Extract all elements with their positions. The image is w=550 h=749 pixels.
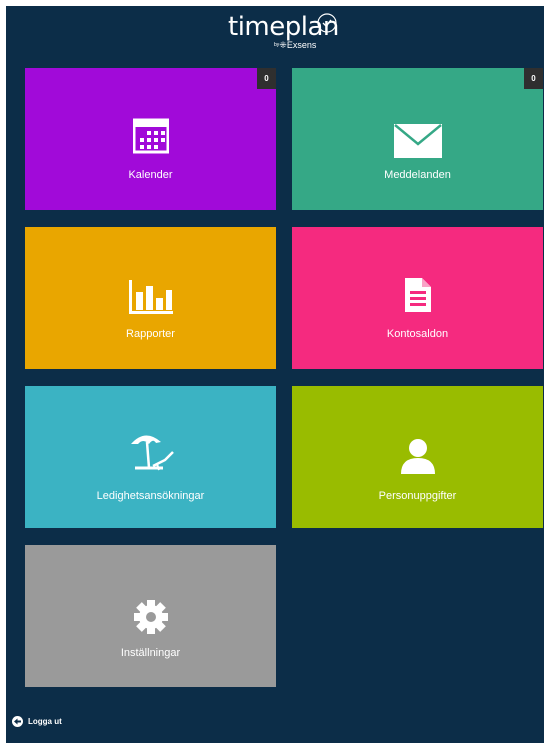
tile-label-meddelanden: Meddelanden bbox=[384, 169, 451, 181]
header: timeplan by⁜Exsens bbox=[6, 6, 544, 54]
app-window: timeplan by⁜Exsens Kalender 0 Meddelande… bbox=[6, 6, 544, 743]
document-icon bbox=[404, 278, 431, 312]
gear-icon bbox=[133, 600, 168, 634]
tile-rapporter[interactable]: Rapporter bbox=[25, 227, 276, 369]
logo-subtitle: by⁜Exsens bbox=[274, 40, 317, 50]
beach-umbrella-icon bbox=[130, 435, 174, 471]
arrow-left-icon bbox=[12, 715, 23, 727]
envelope-icon bbox=[393, 124, 442, 158]
tile-installningar[interactable]: Inställningar bbox=[25, 545, 276, 687]
tile-label-kontosaldon: Kontosaldon bbox=[386, 328, 449, 340]
logo-sub-icon: ⁜ bbox=[279, 40, 287, 50]
tile-ledighetsansokningar[interactable]: Ledighetsansökningar bbox=[25, 386, 276, 528]
bar-chart-icon bbox=[128, 280, 173, 314]
tile-meddelanden[interactable]: Meddelanden 0 bbox=[292, 68, 543, 210]
person-icon bbox=[400, 439, 435, 474]
logout-label: Logga ut bbox=[28, 716, 62, 726]
tile-kalender[interactable]: Kalender 0 bbox=[25, 68, 276, 210]
tile-label-rapporter: Rapporter bbox=[126, 328, 175, 340]
tile-personuppgifter[interactable]: Personuppgifter bbox=[292, 386, 543, 528]
logo-check-icon bbox=[317, 13, 337, 33]
timeplan-logo: timeplan by⁜Exsens bbox=[228, 12, 346, 52]
calendar-icon bbox=[132, 118, 169, 154]
logout-button[interactable]: Logga ut bbox=[12, 712, 62, 730]
kalender-count-badge: 0 bbox=[257, 68, 276, 89]
meddelanden-count-badge: 0 bbox=[524, 68, 543, 89]
tile-label-installningar: Inställningar bbox=[120, 647, 181, 659]
tile-label-kalender: Kalender bbox=[128, 169, 173, 181]
tile-label-ledighetsansokningar: Ledighetsansökningar bbox=[96, 490, 205, 502]
tile-kontosaldon[interactable]: Kontosaldon bbox=[292, 227, 543, 369]
tile-label-personuppgifter: Personuppgifter bbox=[378, 490, 457, 502]
